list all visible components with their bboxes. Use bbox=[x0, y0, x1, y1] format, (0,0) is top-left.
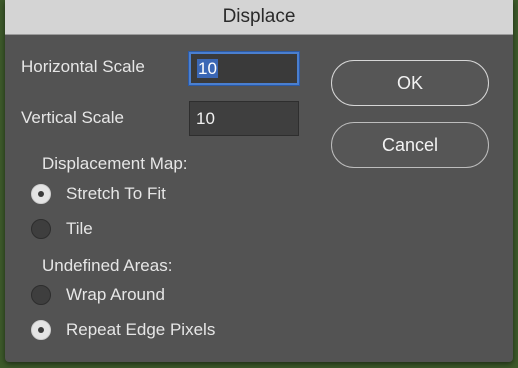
radio-label: Wrap Around bbox=[66, 285, 165, 304]
title-bar[interactable]: Displace bbox=[5, 0, 513, 35]
radio-label: Tile bbox=[66, 219, 93, 238]
radio-tile[interactable]: Tile bbox=[31, 219, 93, 239]
horizontal-scale-label: Horizontal Scale bbox=[21, 57, 145, 76]
displace-dialog: Displace Horizontal Scale 10 Vertical Sc… bbox=[5, 0, 513, 362]
displacement-map-heading: Displacement Map: bbox=[42, 154, 188, 173]
vertical-scale-label: Vertical Scale bbox=[21, 108, 124, 127]
radio-wrap-around[interactable]: Wrap Around bbox=[31, 285, 165, 305]
horizontal-scale-value: 10 bbox=[197, 59, 218, 78]
dialog-title: Displace bbox=[222, 6, 296, 27]
undefined-areas-heading: Undefined Areas: bbox=[42, 256, 173, 275]
radio-button[interactable] bbox=[31, 219, 51, 239]
radio-repeat-edge-pixels[interactable]: Repeat Edge Pixels bbox=[31, 320, 215, 340]
radio-button[interactable] bbox=[31, 320, 51, 340]
radio-button[interactable] bbox=[31, 184, 51, 204]
radio-button[interactable] bbox=[31, 285, 51, 305]
radio-label: Stretch To Fit bbox=[66, 184, 166, 203]
horizontal-scale-input[interactable]: 10 bbox=[189, 52, 299, 85]
cancel-button[interactable]: Cancel bbox=[331, 122, 489, 168]
ok-button[interactable]: OK bbox=[331, 60, 489, 106]
vertical-scale-input[interactable]: 10 bbox=[189, 101, 299, 136]
radio-stretch-to-fit[interactable]: Stretch To Fit bbox=[31, 184, 166, 204]
radio-label: Repeat Edge Pixels bbox=[66, 320, 216, 339]
